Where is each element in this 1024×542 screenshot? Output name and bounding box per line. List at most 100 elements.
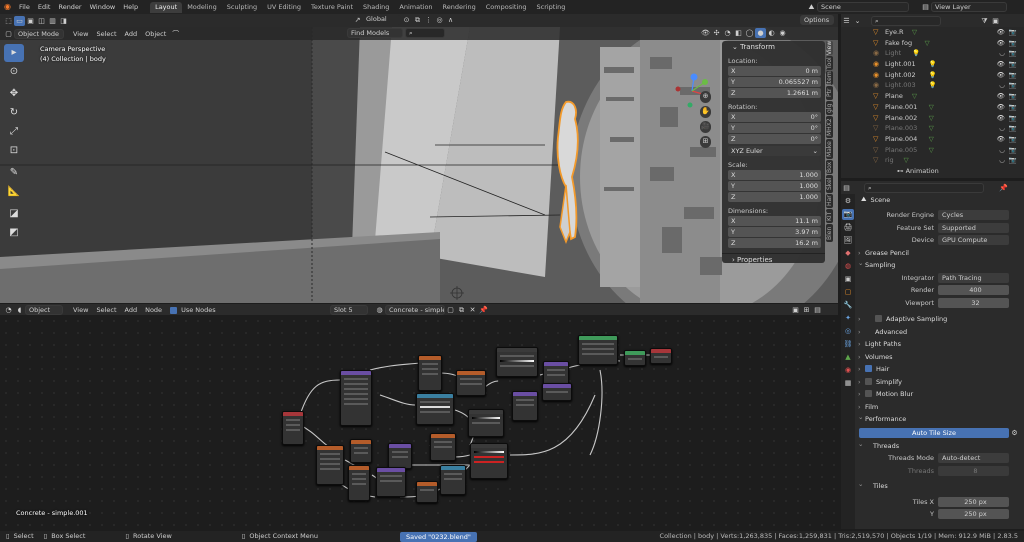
outliner-item[interactable]: ◉ Light 💡 ◡ 📷 — [841, 48, 1024, 59]
dimensions-z-field[interactable]: Z 16.2 m — [728, 238, 821, 248]
properties-editor-icon[interactable]: ▤ — [841, 183, 852, 193]
ortho-toggle-icon[interactable]: ⊞ — [700, 136, 711, 148]
texture-props-icon[interactable]: ▦ — [842, 378, 854, 389]
auto-tile-size-button[interactable]: Auto Tile Size — [859, 427, 1009, 438]
pivot-icon[interactable]: ⊙ — [401, 15, 412, 25]
menu-edit[interactable]: Edit — [34, 0, 55, 14]
side-tab-view[interactable]: View — [826, 41, 833, 55]
options-button[interactable]: Options — [800, 15, 834, 25]
node-noise-1[interactable] — [418, 355, 442, 391]
outliner-item[interactable]: ▽ Plane.003 ▽ ◡ 📷 — [841, 123, 1024, 134]
location-z-field[interactable]: Z 1.2661 m — [728, 88, 821, 98]
visibility-toggles[interactable]: 👁 📷 — [997, 91, 1018, 102]
adaptive-sampling-section[interactable]: Adaptive Sampling — [855, 313, 1024, 326]
view-layer-selector[interactable]: ▤ View Layer — [920, 2, 1007, 12]
measure-tool-icon[interactable]: 📐 — [4, 183, 24, 201]
render-engine-dropdown[interactable]: Cycles — [938, 210, 1009, 221]
select-invert-icon[interactable]: ◨ — [58, 16, 69, 26]
side-tab-har[interactable]: Har — [826, 194, 833, 208]
object-mode-dropdown[interactable]: Object Mode — [14, 28, 64, 39]
pin-icon[interactable]: 📌 — [478, 305, 489, 315]
falloff-icon[interactable]: ∧ — [445, 15, 456, 25]
rotation-x-field[interactable]: X 0° — [728, 112, 821, 122]
select-subtract-icon[interactable]: ◫ — [36, 16, 47, 26]
transform-tool-icon[interactable]: ⊡ — [4, 142, 24, 160]
simplify-section[interactable]: Simplify — [855, 376, 1024, 389]
unlink-material-icon[interactable]: ✕ — [467, 305, 478, 315]
vp-menu-view[interactable]: View — [69, 27, 92, 41]
adaptive-sampling-checkbox[interactable] — [875, 315, 882, 322]
integrator-dropdown[interactable]: Path Tracing — [938, 272, 1009, 283]
node-colorramp-4[interactable] — [470, 443, 508, 479]
light-data-icon[interactable]: 💡 — [929, 59, 937, 70]
data-props-icon[interactable]: ▲ — [842, 352, 854, 363]
gizmo-icon[interactable]: ✣ — [711, 28, 722, 38]
tab-shading[interactable]: Shading — [358, 2, 394, 13]
outliner-item[interactable]: ▽ Plane.004 ▽ 👁 📷 — [841, 134, 1024, 145]
node-mix-rgb-3[interactable] — [440, 465, 466, 495]
menu-render[interactable]: Render — [54, 0, 85, 14]
snap-increment-icon[interactable]: ⋮ — [423, 15, 434, 25]
editor-type-icon[interactable]: ⬚ — [3, 16, 14, 26]
properties-header[interactable]: › Properties — [722, 253, 825, 265]
hair-section[interactable]: Hair — [855, 363, 1024, 376]
light-data-icon[interactable]: 💡 — [929, 80, 937, 91]
new-collection-icon[interactable]: ▣ — [990, 16, 1001, 26]
transform-orientation[interactable]: ↗ Global ⊙ ⧉ ⋮ ◎ ∧ — [352, 15, 456, 25]
proportional-edit-icon[interactable]: ◎ — [434, 15, 445, 25]
tab-texture-paint[interactable]: Texture Paint — [306, 2, 358, 13]
mesh-data-icon[interactable]: ▽ — [912, 27, 917, 38]
render-props-icon[interactable]: 📷 — [842, 209, 854, 220]
material-name-field[interactable]: Concrete - simple.0... — [385, 305, 445, 315]
node-voronoi[interactable] — [416, 393, 454, 425]
xray-icon[interactable]: ◧ — [733, 28, 744, 38]
select-intersect-icon[interactable]: ▥ — [47, 16, 58, 26]
dimensions-x-field[interactable]: X 11.1 m — [728, 216, 821, 226]
visibility-toggles[interactable]: ◡ 📷 — [999, 80, 1018, 91]
annotate-tool-icon[interactable]: ✎ — [4, 164, 24, 182]
dimensions-y-field[interactable]: Y 3.97 m — [728, 227, 821, 237]
node-mix-rgb-2[interactable] — [430, 433, 456, 461]
mesh-data-icon[interactable]: ▽ — [912, 91, 917, 102]
visibility-toggles[interactable]: 👁 📷 — [997, 59, 1018, 70]
side-tab-glg[interactable]: glg — [826, 101, 833, 115]
side-tab-mhx2[interactable]: MHX2 — [826, 116, 833, 138]
vp-menu-object[interactable]: Object — [141, 27, 170, 41]
node-wrap-icon[interactable]: ▤ — [812, 305, 823, 315]
node-material-output[interactable] — [650, 348, 672, 364]
outliner-item[interactable]: ◉ Light.002 💡 👁 📷 — [841, 70, 1024, 81]
visibility-toggles[interactable]: ◡ 📷 — [999, 145, 1018, 156]
node-mix-rgb-1[interactable] — [388, 443, 412, 469]
node-colorramp-2[interactable] — [496, 347, 538, 377]
visibility-toggles[interactable]: 👁 📷 — [997, 27, 1018, 38]
threads-mode-dropdown[interactable]: Auto-detect — [938, 453, 1009, 464]
add-cube-tool-icon[interactable]: ◪ — [4, 205, 24, 223]
side-tab-box[interactable]: Box — [826, 160, 833, 174]
outliner-item[interactable]: ▽ Plane.001 ▽ 👁 📷 — [841, 102, 1024, 113]
performance-section[interactable]: Performance — [855, 411, 1024, 426]
node-snap-icon[interactable]: ⊞ — [801, 305, 812, 315]
orientation-field[interactable]: Global — [363, 15, 401, 25]
vp-menu-add[interactable]: Add — [121, 27, 142, 41]
visibility-toggles[interactable]: ◡ 📷 — [999, 48, 1018, 59]
motion-blur-checkbox[interactable] — [865, 390, 872, 397]
filter-icon[interactable]: ⧩ — [979, 16, 990, 26]
material-shading-icon[interactable]: ◐ — [766, 28, 777, 38]
sampling-section[interactable]: Sampling — [855, 257, 1024, 272]
light-data-icon[interactable]: 💡 — [912, 48, 920, 59]
wireframe-shading-icon[interactable]: ◯ — [744, 28, 755, 38]
grease-pencil-section[interactable]: Grease Pencil — [855, 247, 1024, 260]
outliner-item[interactable]: ▽ Plane ▽ 👁 📷 — [841, 91, 1024, 102]
visibility-icon[interactable]: 👁 — [700, 28, 711, 38]
simplify-checkbox[interactable] — [865, 377, 872, 385]
node-bump[interactable] — [512, 391, 538, 421]
node-principled[interactable] — [578, 335, 618, 365]
tab-modeling[interactable]: Modeling — [182, 2, 222, 13]
light-data-icon[interactable]: 💡 — [929, 70, 937, 81]
rotation-mode-dropdown[interactable]: XYZ Euler ⌄ — [728, 146, 821, 156]
pan-icon[interactable]: ✋ — [700, 106, 711, 118]
rotation-z-field[interactable]: Z 0° — [728, 134, 821, 144]
threads-section[interactable]: Threads — [855, 438, 1024, 453]
rotation-y-field[interactable]: Y 0° — [728, 123, 821, 133]
menu-help[interactable]: Help — [119, 0, 142, 14]
